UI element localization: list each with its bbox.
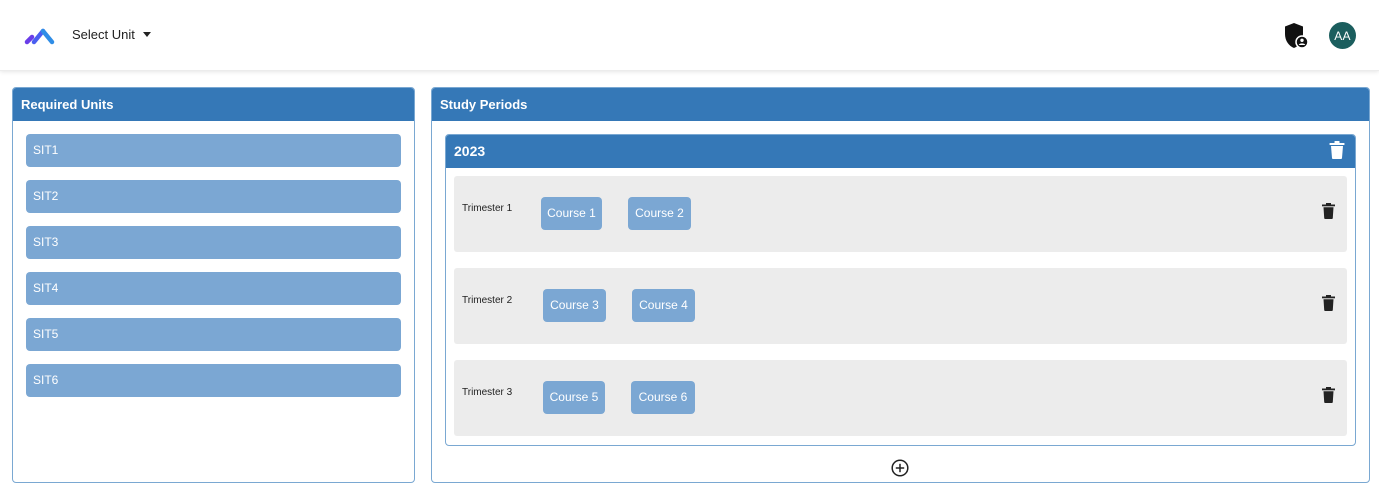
trash-icon[interactable]: [1329, 141, 1345, 159]
caret-down-icon: [142, 32, 151, 37]
course-chip[interactable]: Course 1: [541, 197, 602, 230]
course-chip[interactable]: Course 4: [632, 289, 695, 322]
trimester-label: Trimester 1: [462, 203, 513, 214]
required-units-panel: Required Units SIT1 SIT2 SIT3 SIT4 SIT5 …: [12, 87, 415, 483]
select-unit-label: Select Unit: [72, 27, 135, 42]
trimester-row: Trimester 2 Course 3 Course 4: [454, 268, 1347, 344]
course-chip[interactable]: Course 2: [628, 197, 691, 230]
trimester-label: Trimester 2: [462, 295, 513, 306]
user-avatar[interactable]: AA: [1329, 22, 1356, 49]
add-circle-icon[interactable]: [891, 459, 909, 477]
study-periods-panel: Study Periods 2023 Trimester 1 Course 1 …: [431, 87, 1370, 483]
trimester-row: Trimester 1 Course 1 Course 2: [454, 176, 1347, 252]
trimester-row: Trimester 3 Course 5 Course 6: [454, 360, 1347, 436]
unit-item-sit4[interactable]: SIT4: [26, 272, 401, 305]
course-chip[interactable]: Course 5: [543, 381, 605, 414]
unit-item-sit2[interactable]: SIT2: [26, 180, 401, 213]
avatar-initials: AA: [1334, 28, 1351, 43]
unit-item-sit5[interactable]: SIT5: [26, 318, 401, 351]
trimester-label: Trimester 3: [462, 387, 513, 398]
select-unit-dropdown[interactable]: Select Unit: [72, 27, 151, 42]
trash-icon[interactable]: [1322, 295, 1335, 311]
trash-icon[interactable]: [1322, 387, 1335, 403]
required-units-title: Required Units: [13, 88, 414, 121]
logo-icon[interactable]: [24, 26, 56, 46]
course-chip[interactable]: Course 6: [631, 381, 695, 414]
year-title: 2023: [454, 143, 486, 159]
course-chip[interactable]: Course 3: [543, 289, 606, 322]
year-header: 2023: [446, 135, 1355, 168]
top-bar: Select Unit AA: [0, 0, 1379, 71]
unit-item-sit6[interactable]: SIT6: [26, 364, 401, 397]
year-card: 2023 Trimester 1 Course 1 Course 2 Trime…: [445, 134, 1356, 446]
admin-shield-icon[interactable]: [1283, 22, 1309, 50]
unit-item-sit1[interactable]: SIT1: [26, 134, 401, 167]
study-periods-title: Study Periods: [432, 88, 1369, 121]
unit-item-sit3[interactable]: SIT3: [26, 226, 401, 259]
trash-icon[interactable]: [1322, 203, 1335, 219]
